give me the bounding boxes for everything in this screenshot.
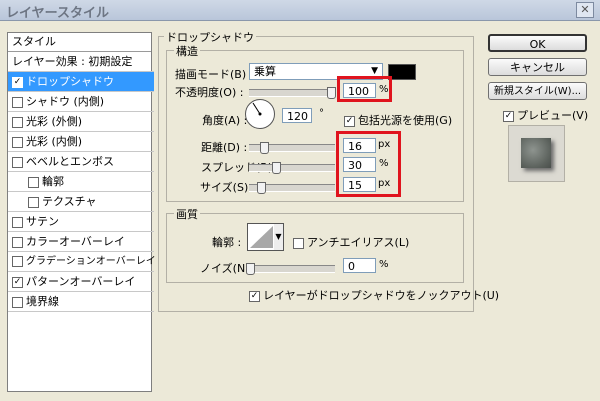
sidebar-item-label: シャドウ (内側): [26, 95, 105, 108]
global-light-option[interactable]: ✓ 包括光源を使用(G): [344, 112, 452, 128]
antialias-checkbox[interactable]: [293, 237, 304, 249]
sidebar-item-label: 境界線: [26, 295, 59, 308]
window-title: レイヤースタイル: [6, 6, 109, 21]
cancel-button[interactable]: キャンセル: [488, 58, 587, 76]
preview-checkbox[interactable]: ✓: [503, 110, 514, 122]
contour-label: 輪郭 :: [212, 236, 242, 249]
blend-options-label: レイヤー効果 : 初期設定: [12, 55, 133, 68]
sidebar-item-outer-glow[interactable]: 光彩 (外側): [8, 112, 154, 132]
angle-needle-icon: [252, 102, 262, 116]
sidebar-item-label: 輪郭: [42, 175, 64, 188]
blend-options-item[interactable]: レイヤー効果 : 初期設定: [8, 52, 154, 72]
sidebar-item-label: グラデーションオーバーレイ: [26, 256, 156, 267]
angle-input[interactable]: 120: [282, 108, 312, 123]
distance-label: 距離(D) :: [201, 141, 248, 154]
sidebar-item-label: パターンオーバーレイ: [26, 275, 136, 288]
highlight-size-fields: [336, 131, 401, 197]
preview-swatch: [521, 138, 551, 168]
contour-checkbox[interactable]: [28, 176, 39, 188]
new-style-button[interactable]: 新規スタイル(W)...: [488, 82, 587, 100]
spread-slider-thumb[interactable]: [272, 162, 281, 174]
noise-slider-thumb[interactable]: [246, 263, 255, 275]
structure-title: 構造: [174, 43, 200, 59]
preview-thumbnail: [508, 125, 565, 182]
inner-glow-checkbox[interactable]: [12, 136, 23, 148]
sidebar-item-pattern-overlay[interactable]: ✓ パターンオーバーレイ: [8, 272, 154, 292]
angle-label: 角度(A) :: [202, 114, 248, 127]
angle-unit: °: [319, 108, 324, 119]
antialias-label: アンチエイリアス(L): [307, 236, 410, 249]
knockout-label: レイヤーがドロップシャドウをノックアウト(U): [263, 289, 500, 302]
sidebar-item-contour[interactable]: 輪郭: [8, 172, 154, 192]
distance-slider[interactable]: [249, 142, 335, 154]
sidebar-item-stroke[interactable]: 境界線: [8, 292, 154, 312]
knockout-checkbox[interactable]: ✓: [249, 290, 260, 302]
sidebar-item-drop-shadow[interactable]: ✓ ドロップシャドウ: [8, 72, 154, 92]
title-bar: レイヤースタイル ✕: [0, 0, 600, 21]
size-slider[interactable]: [249, 182, 335, 194]
preview-option[interactable]: ✓ プレビュー(V): [503, 107, 588, 123]
noise-slider[interactable]: [246, 263, 335, 275]
spread-slider[interactable]: [249, 162, 335, 174]
size-label: サイズ(S) :: [200, 181, 256, 194]
contour-curve-icon: [250, 226, 273, 248]
sidebar-item-texture[interactable]: テクスチャ: [8, 192, 154, 212]
opacity-slider-thumb[interactable]: [327, 87, 336, 99]
global-light-checkbox[interactable]: ✓: [344, 115, 355, 127]
highlight-opacity: [337, 76, 392, 102]
sidebar-item-bevel-emboss[interactable]: ベベルとエンボス: [8, 152, 154, 172]
ok-button[interactable]: OK: [488, 34, 587, 52]
texture-checkbox[interactable]: [28, 196, 39, 208]
styles-header[interactable]: スタイル: [8, 33, 151, 52]
noise-input[interactable]: 0: [343, 258, 376, 273]
sidebar-item-satin[interactable]: サテン: [8, 212, 154, 232]
size-slider-thumb[interactable]: [257, 182, 266, 194]
sidebar-item-label: ベベルとエンボス: [26, 155, 114, 168]
blend-mode-label: 描画モード(B) :: [175, 68, 254, 81]
sidebar-item-label: 光彩 (外側): [26, 115, 83, 128]
noise-unit: %: [379, 259, 389, 270]
opacity-label: 不透明度(O) :: [175, 86, 244, 99]
contour-dropdown-icon[interactable]: ▼: [274, 223, 284, 251]
sidebar-item-inner-glow[interactable]: 光彩 (内側): [8, 132, 154, 152]
sidebar-item-label: 光彩 (内側): [26, 135, 83, 148]
sidebar-item-label: サテン: [26, 215, 59, 228]
satin-checkbox[interactable]: [12, 216, 23, 228]
sidebar-item-label: テクスチャ: [42, 195, 97, 208]
styles-list: スタイル レイヤー効果 : 初期設定 ✓ ドロップシャドウ シャドウ (内側) 光…: [7, 32, 156, 392]
sidebar-item-label: カラーオーバーレイ: [26, 235, 125, 248]
stroke-checkbox[interactable]: [12, 296, 23, 308]
color-overlay-checkbox[interactable]: [12, 236, 23, 248]
close-icon[interactable]: ✕: [576, 2, 594, 18]
outer-glow-checkbox[interactable]: [12, 116, 23, 128]
angle-dial[interactable]: [245, 99, 275, 129]
blend-mode-value: 乗算: [254, 65, 276, 78]
inner-shadow-checkbox[interactable]: [12, 96, 23, 108]
shadow-color-swatch[interactable]: [388, 64, 416, 80]
contour-preview[interactable]: [247, 223, 276, 251]
quality-title: 画質: [174, 206, 200, 222]
preview-label: プレビュー(V): [517, 109, 589, 122]
global-light-label: 包括光源を使用(G): [358, 114, 453, 127]
drop-shadow-checkbox[interactable]: ✓: [12, 76, 23, 88]
opacity-slider[interactable]: [249, 87, 336, 99]
sidebar-item-gradient-overlay[interactable]: グラデーションオーバーレイ: [8, 252, 156, 272]
antialias-option[interactable]: アンチエイリアス(L): [293, 234, 409, 250]
bevel-emboss-checkbox[interactable]: [12, 156, 23, 168]
gradient-overlay-checkbox[interactable]: [12, 255, 23, 267]
sidebar-item-label: ドロップシャドウ: [26, 75, 114, 88]
knockout-option[interactable]: ✓ レイヤーがドロップシャドウをノックアウト(U): [249, 287, 499, 303]
sidebar-item-inner-shadow[interactable]: シャドウ (内側): [8, 92, 154, 112]
distance-slider-thumb[interactable]: [260, 142, 269, 154]
pattern-overlay-checkbox[interactable]: ✓: [12, 276, 23, 288]
sidebar-item-color-overlay[interactable]: カラーオーバーレイ: [8, 232, 154, 252]
